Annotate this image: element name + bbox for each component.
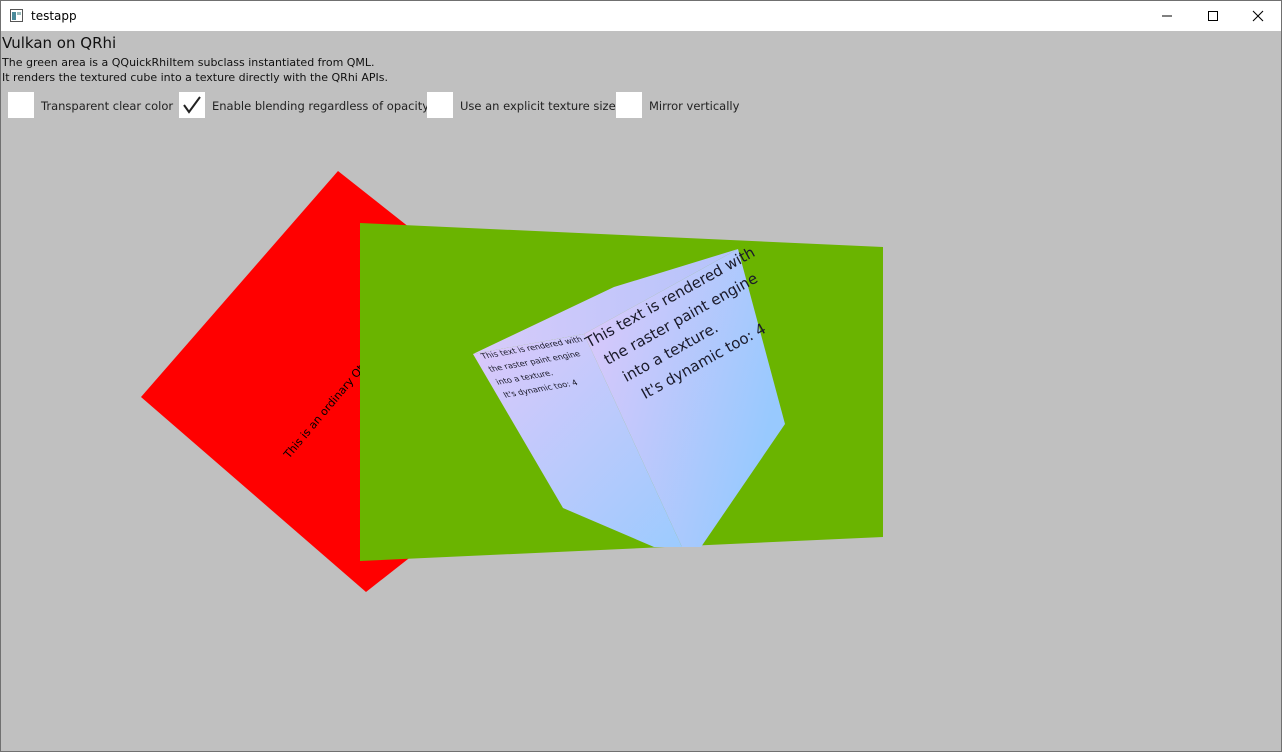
render-scene: This is an ordinary Qt Quick This text i…	[141, 171, 883, 592]
app-window: testapp Vulkan on QRhi The green area is…	[0, 0, 1282, 752]
